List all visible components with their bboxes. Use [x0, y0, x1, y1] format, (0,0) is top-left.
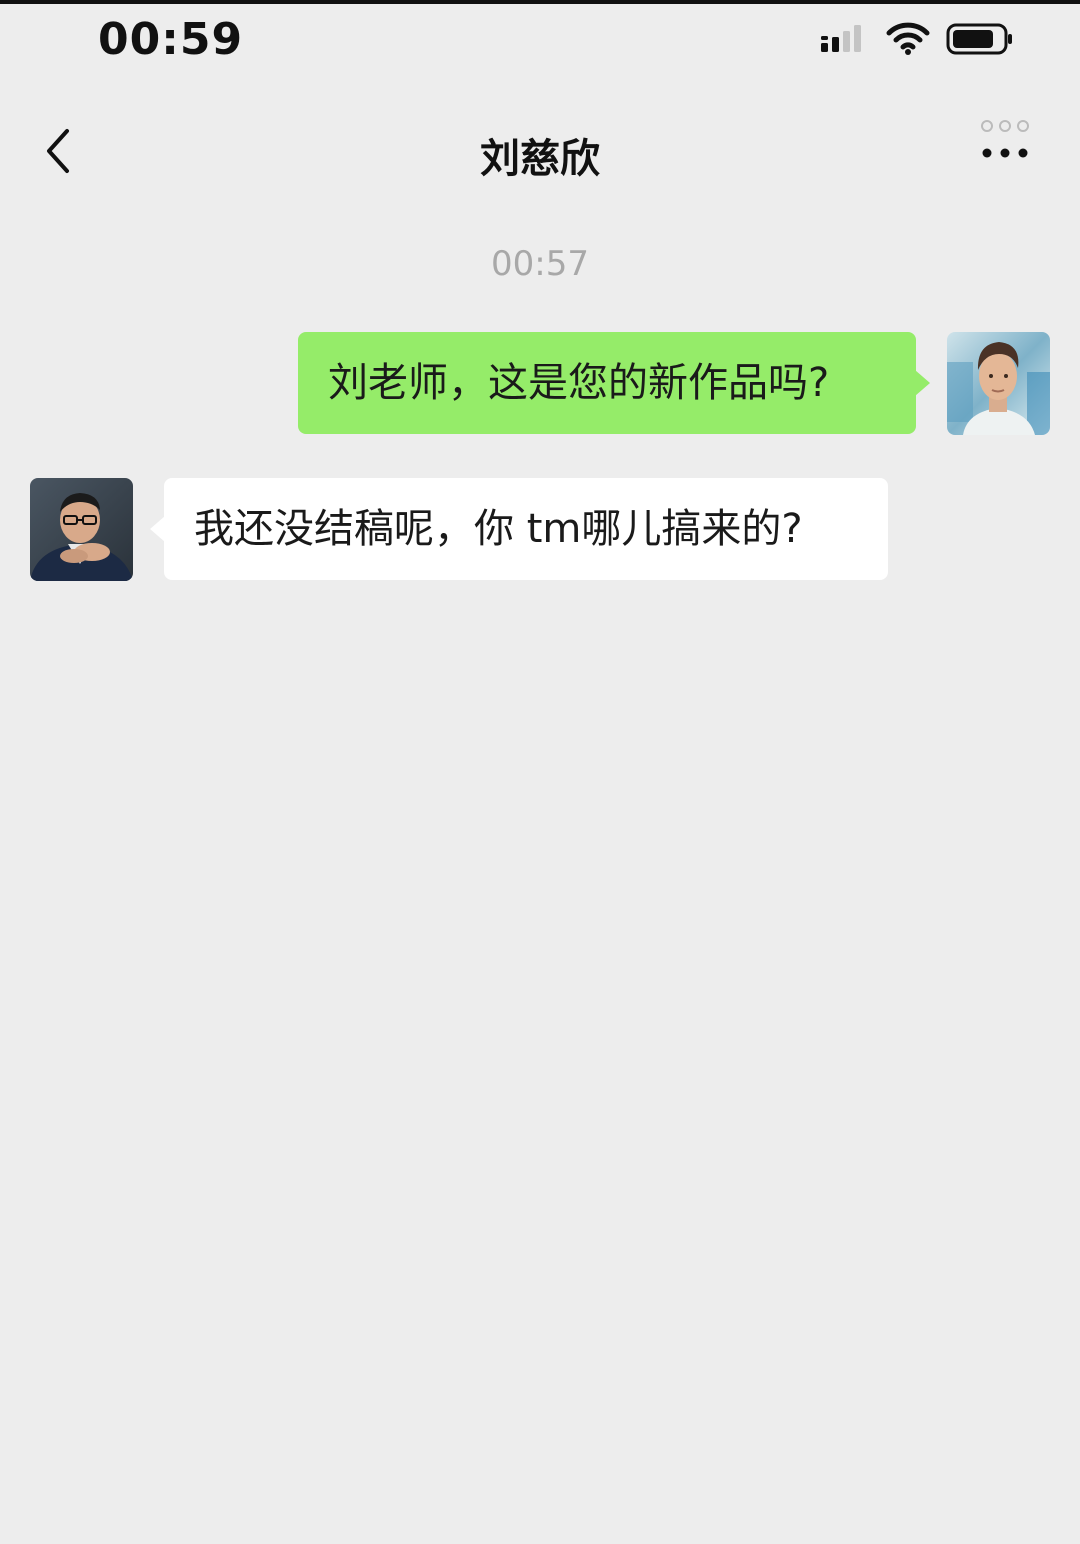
status-icons: [820, 20, 1014, 62]
message-timestamp: 00:57: [491, 244, 589, 284]
wifi-icon: [886, 22, 930, 60]
incoming-message-bubble[interactable]: 我还没结稿呢，你 tm哪儿搞来的?: [150, 478, 888, 580]
screen-top-edge: [0, 0, 1080, 4]
contact-avatar[interactable]: [30, 478, 133, 581]
more-dots-icon: [970, 120, 1040, 180]
outgoing-message-bubble[interactable]: 刘老师，这是您的新作品吗?: [298, 332, 930, 434]
incoming-message-text: 我还没结稿呢，你 tm哪儿搞来的?: [194, 506, 803, 552]
outgoing-message-text: 刘老师，这是您的新作品吗?: [328, 360, 830, 406]
battery-icon: [946, 22, 1014, 60]
signal-icon: [820, 22, 870, 60]
status-time: 00:59: [98, 14, 244, 65]
chat-title: 刘慈欣: [480, 136, 600, 182]
more-button[interactable]: [970, 116, 1040, 176]
self-avatar[interactable]: [947, 332, 1050, 435]
